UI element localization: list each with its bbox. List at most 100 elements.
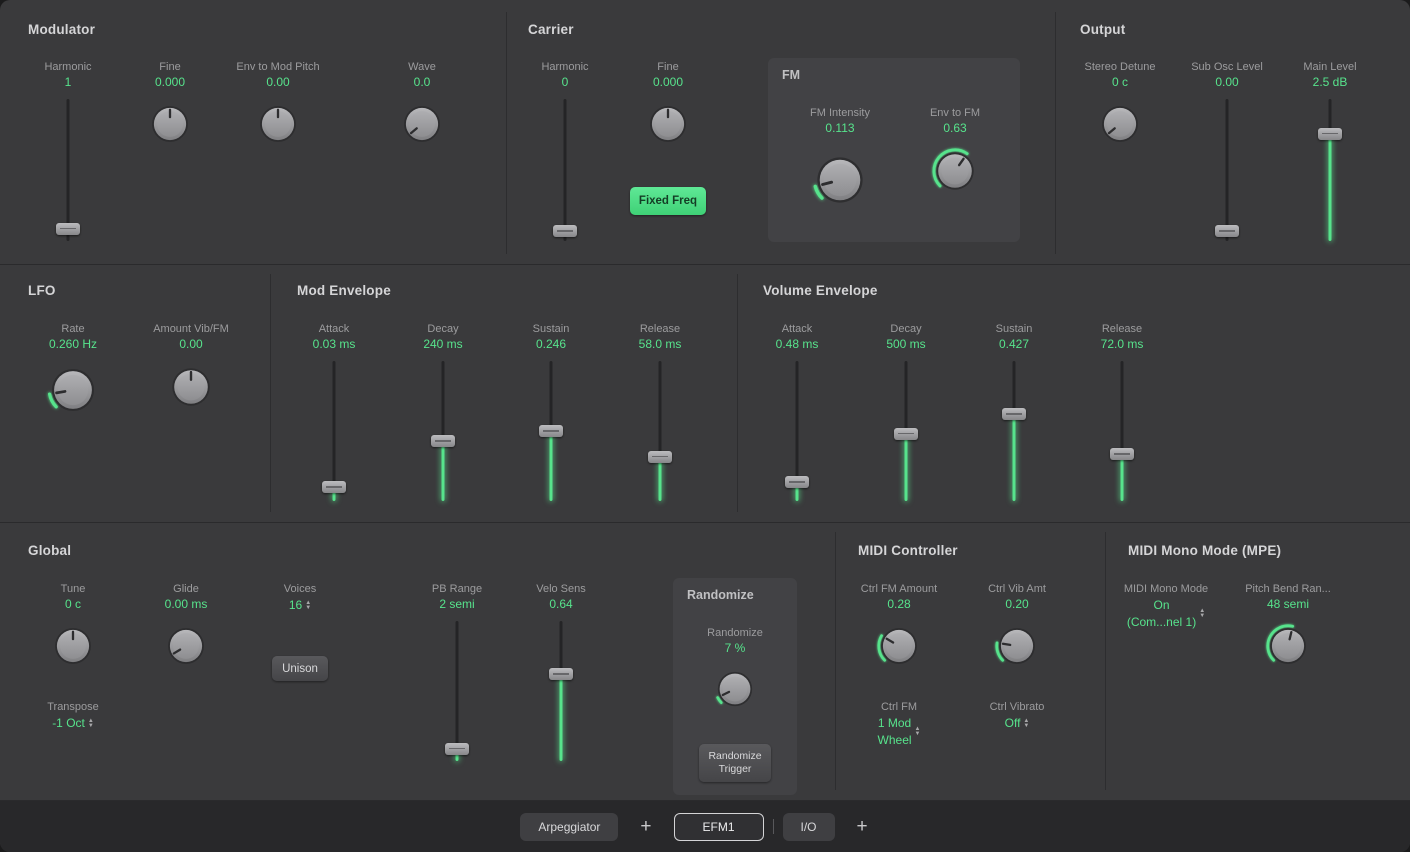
velo-sens-value[interactable]: 0.64	[549, 596, 572, 613]
efm1-plugin-window: Modulator Carrier Output Harmonic 1 Fine…	[0, 0, 1410, 852]
vol-env-attack-value[interactable]: 0.48 ms	[776, 336, 819, 353]
modulator-harmonic-value[interactable]: 1	[65, 74, 72, 91]
modulator-harmonic-slider[interactable]	[55, 99, 81, 241]
pb-range-slider[interactable]	[444, 621, 470, 761]
fm-intensity-value[interactable]: 0.113	[825, 120, 854, 137]
carrier-fine-value[interactable]: 0.000	[653, 74, 683, 91]
main-level-slider[interactable]	[1317, 99, 1343, 241]
mod-env-decay-slider[interactable]	[430, 361, 456, 501]
ctrl-vib-amt-value[interactable]: 0.20	[1005, 596, 1028, 613]
section-divider	[270, 274, 271, 512]
stepper-down-icon[interactable]: ▼	[1023, 724, 1029, 729]
env-to-fm-value[interactable]: 0.63	[943, 120, 966, 137]
unison-button[interactable]: Unison	[272, 656, 328, 681]
vol-env-attack-control: Attack 0.48 ms	[742, 322, 852, 501]
stepper-down-icon[interactable]: ▼	[88, 724, 94, 729]
mod-env-attack-label: Attack	[319, 322, 350, 336]
stepper-arrows-icon[interactable]: ▲▼	[88, 719, 94, 729]
tune-control: Tune 0 c	[18, 582, 128, 669]
lfo-amount-knob[interactable]	[167, 363, 215, 411]
tune-knob[interactable]	[50, 623, 96, 669]
ctrl-fm-select[interactable]: 1 Mod Wheel ▲▼	[878, 715, 921, 749]
carrier-harmonic-value[interactable]: 0	[562, 74, 569, 91]
glide-label: Glide	[173, 582, 199, 596]
ctrl-fm-amount-knob[interactable]	[876, 623, 922, 669]
fixed-freq-button[interactable]: Fixed Freq	[630, 187, 706, 215]
voices-stepper[interactable]: 16 ▲▼	[289, 597, 311, 614]
sub-osc-level-value[interactable]: 0.00	[1215, 74, 1238, 91]
add-plugin-icon[interactable]: +	[640, 816, 651, 838]
stepper-arrows-icon[interactable]: ▲▼	[1199, 609, 1205, 619]
carrier-fine-control: Fine 0.000	[613, 60, 723, 147]
fm-intensity-knob[interactable]	[811, 151, 869, 209]
stepper-arrows-icon[interactable]: ▲▼	[915, 727, 921, 737]
vol-env-release-slider[interactable]	[1109, 361, 1135, 501]
env-to-mod-pitch-value[interactable]: 0.00	[266, 74, 289, 91]
arpeggiator-plugin-button[interactable]: Arpeggiator	[520, 813, 618, 841]
tune-value[interactable]: 0 c	[65, 596, 81, 613]
stepper-arrows-icon[interactable]: ▲▼	[305, 601, 311, 611]
vol-env-decay-value[interactable]: 500 ms	[886, 336, 925, 353]
wave-value[interactable]: 0.0	[414, 74, 431, 91]
randomize-amount-control: Randomize 7 %	[680, 626, 790, 711]
add-plugin-icon[interactable]: +	[857, 816, 868, 838]
randomize-amount-value[interactable]: 7 %	[725, 640, 746, 657]
glide-knob[interactable]	[163, 623, 209, 669]
vol-env-release-value[interactable]: 72.0 ms	[1101, 336, 1144, 353]
stereo-detune-value[interactable]: 0 c	[1112, 74, 1128, 91]
ctrl-vibrato-select-value[interactable]: Off	[1005, 715, 1021, 732]
vol-env-sustain-slider[interactable]	[1001, 361, 1027, 501]
stepper-arrows-icon[interactable]: ▲▼	[1023, 719, 1029, 729]
mod-env-sustain-value[interactable]: 0.246	[536, 336, 566, 353]
pitch-bend-range-value[interactable]: 48 semi	[1267, 596, 1309, 613]
io-plugin-button[interactable]: I/O	[783, 813, 835, 841]
pitch-bend-range-knob[interactable]	[1265, 623, 1311, 669]
ctrl-vib-amt-knob[interactable]	[994, 623, 1040, 669]
mod-env-attack-slider[interactable]	[321, 361, 347, 501]
pitch-bend-range-label: Pitch Bend Ran...	[1245, 582, 1331, 596]
glide-control: Glide 0.00 ms	[131, 582, 241, 669]
randomize-amount-knob[interactable]	[713, 667, 757, 711]
carrier-fine-knob[interactable]	[645, 101, 691, 147]
mod-env-attack-value[interactable]: 0.03 ms	[313, 336, 356, 353]
modulator-fine-knob[interactable]	[147, 101, 193, 147]
vol-env-release-control: Release 72.0 ms	[1067, 322, 1177, 501]
ctrl-fm-select-value[interactable]: 1 Mod Wheel	[878, 715, 912, 749]
sub-osc-level-slider[interactable]	[1214, 99, 1240, 241]
modulator-fine-value[interactable]: 0.000	[155, 74, 185, 91]
mod-env-sustain-control: Sustain 0.246	[496, 322, 606, 501]
carrier-harmonic-slider[interactable]	[552, 99, 578, 241]
midi-mono-mode-value[interactable]: On (Com...nel 1)	[1127, 597, 1196, 631]
wave-knob[interactable]	[399, 101, 445, 147]
lfo-rate-knob[interactable]	[46, 363, 100, 417]
main-level-value[interactable]: 2.5 dB	[1313, 74, 1348, 91]
mod-env-sustain-slider[interactable]	[538, 361, 564, 501]
glide-value[interactable]: 0.00 ms	[165, 596, 208, 613]
env-to-fm-knob[interactable]	[931, 147, 979, 195]
stepper-down-icon[interactable]: ▼	[915, 732, 921, 737]
vol-env-decay-slider[interactable]	[893, 361, 919, 501]
vol-env-attack-slider[interactable]	[784, 361, 810, 501]
lfo-rate-value[interactable]: 0.260 Hz	[49, 336, 97, 353]
velo-sens-slider[interactable]	[548, 621, 574, 761]
efm1-plugin-button[interactable]: EFM1	[674, 813, 764, 841]
voices-value[interactable]: 16	[289, 597, 302, 614]
midi-mono-mode-select[interactable]: On (Com...nel 1) ▲▼	[1127, 597, 1205, 631]
carrier-fine-label: Fine	[657, 60, 678, 74]
stepper-down-icon[interactable]: ▼	[305, 606, 311, 611]
mod-env-release-slider[interactable]	[647, 361, 673, 501]
transpose-stepper[interactable]: -1 Oct ▲▼	[52, 715, 94, 732]
stepper-down-icon[interactable]: ▼	[1199, 614, 1205, 619]
mod-env-decay-value[interactable]: 240 ms	[423, 336, 462, 353]
env-to-mod-pitch-knob[interactable]	[255, 101, 301, 147]
stereo-detune-knob[interactable]	[1097, 101, 1143, 147]
ctrl-vibrato-select[interactable]: Off ▲▼	[1005, 715, 1030, 732]
pb-range-value[interactable]: 2 semi	[439, 596, 474, 613]
randomize-trigger-button[interactable]: Randomize Trigger	[699, 744, 771, 782]
transpose-value[interactable]: -1 Oct	[52, 715, 85, 732]
transpose-control: Transpose -1 Oct ▲▼	[18, 700, 128, 732]
mod-env-release-value[interactable]: 58.0 ms	[639, 336, 682, 353]
vol-env-sustain-value[interactable]: 0.427	[999, 336, 1029, 353]
ctrl-fm-amount-value[interactable]: 0.28	[887, 596, 910, 613]
lfo-amount-value[interactable]: 0.00	[179, 336, 202, 353]
